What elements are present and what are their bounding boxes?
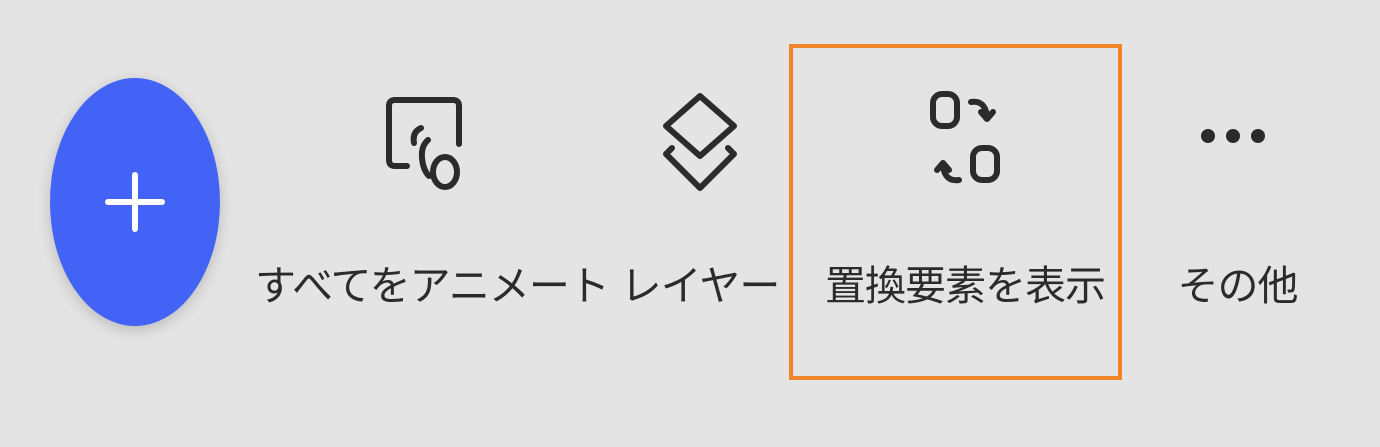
show-replaced-elements-label: 置換要素を表示 [825, 262, 1106, 310]
swap-elements-icon [930, 91, 1000, 184]
layers-button[interactable]: レイヤー [610, 0, 790, 447]
animate-all-label: すべてをアニメート [255, 262, 610, 310]
animate-all-button[interactable]: すべてをアニメート [255, 0, 610, 447]
layers-icon [663, 93, 737, 191]
bottom-toolbar: すべてをアニメート レイヤー 置換要素を表示 その他 [0, 0, 1380, 447]
more-label: その他 [1177, 262, 1299, 310]
animate-all-icon [386, 97, 462, 190]
more-button[interactable]: その他 [1165, 0, 1310, 447]
add-button[interactable] [50, 78, 220, 326]
layers-label: レイヤー [620, 262, 781, 310]
more-icon [1200, 129, 1265, 143]
plus-icon [105, 172, 165, 232]
show-replaced-elements-button[interactable]: 置換要素を表示 [800, 0, 1130, 447]
